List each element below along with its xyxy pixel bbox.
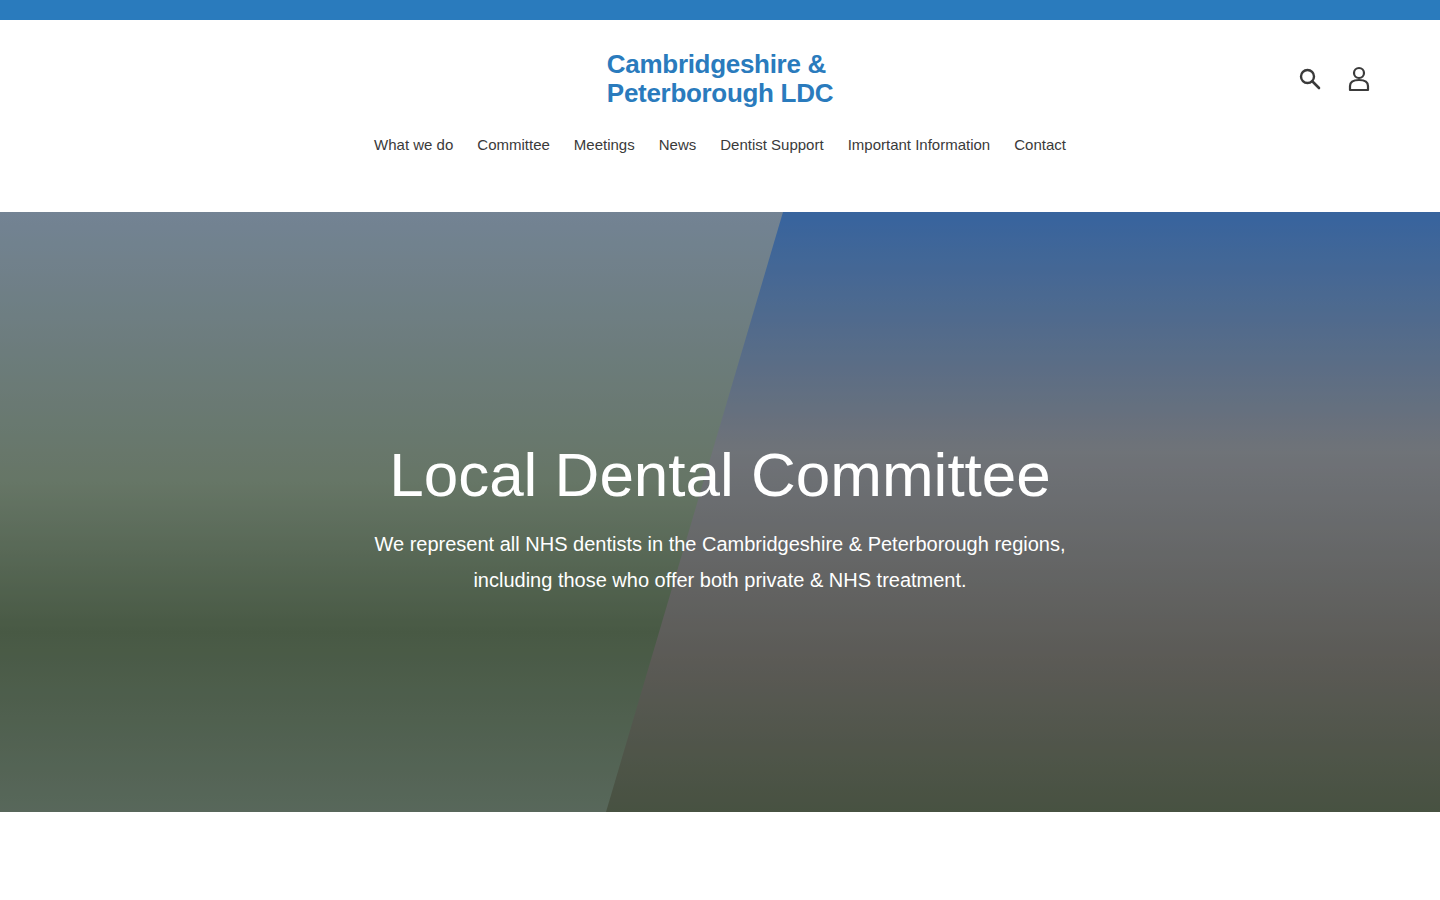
- hero-subtitle: We represent all NHS dentists in the Cam…: [374, 526, 1065, 598]
- logo-line: Cambridgeshire &: [607, 50, 833, 79]
- header: Cambridgeshire &Peterborough LDC What we…: [0, 20, 1440, 182]
- hero-title: Local Dental Committee: [374, 438, 1065, 512]
- search-button[interactable]: [1296, 64, 1324, 94]
- nav-item[interactable]: Important Information: [848, 136, 991, 153]
- logo-line: Peterborough LDC: [607, 79, 833, 108]
- nav-item[interactable]: What we do: [374, 136, 453, 153]
- top-bar: [0, 0, 1440, 20]
- nav-item[interactable]: Contact: [1014, 136, 1066, 153]
- main-nav: What we do Committee Meetings News Dentist S…: [0, 136, 1440, 153]
- nav-item[interactable]: News: [659, 136, 697, 153]
- account-icon: [1348, 66, 1370, 92]
- logo[interactable]: Cambridgeshire &Peterborough LDC: [607, 50, 833, 108]
- nav-item[interactable]: Committee: [477, 136, 550, 153]
- nav-item[interactable]: Meetings: [574, 136, 635, 153]
- account-button[interactable]: [1346, 64, 1372, 94]
- search-icon: [1298, 67, 1322, 91]
- hero-banner: Local Dental Committee We represent all …: [0, 212, 1440, 812]
- page: Cambridgeshire &Peterborough LDC What we…: [0, 0, 1440, 900]
- nav-item[interactable]: Dentist Support: [720, 136, 823, 153]
